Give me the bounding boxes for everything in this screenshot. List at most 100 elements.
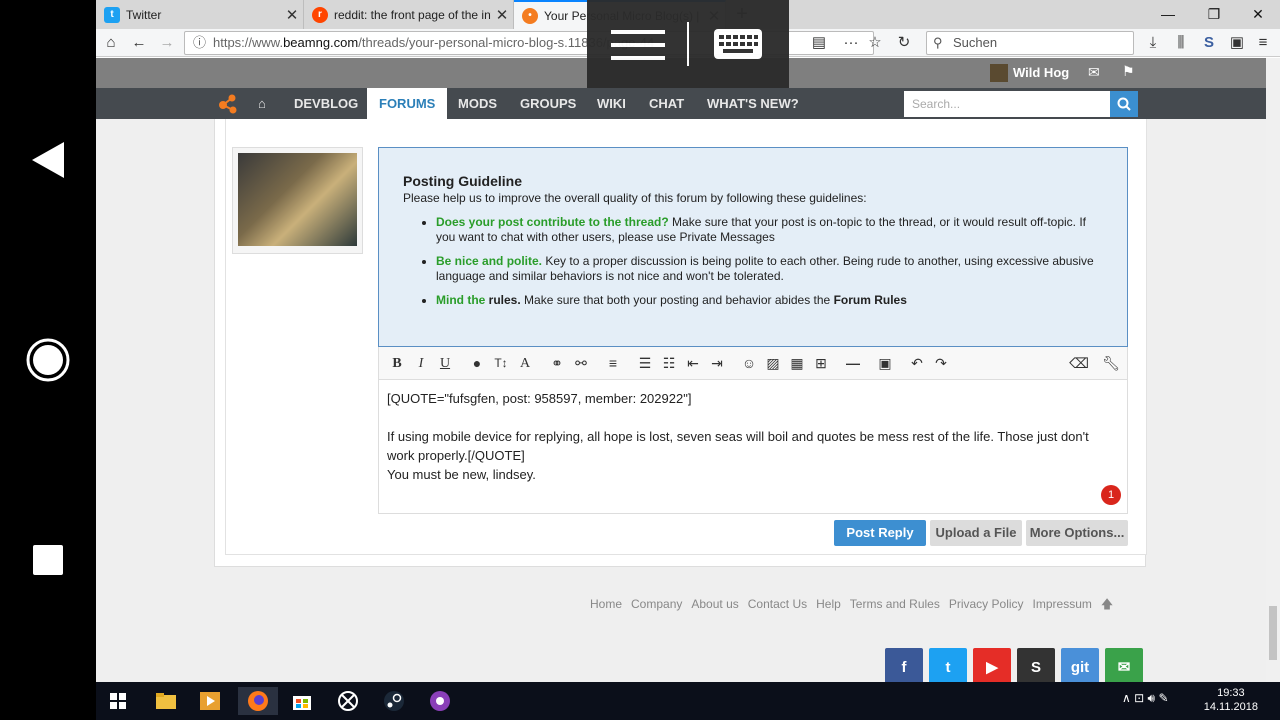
restore-icon[interactable]: ❐ xyxy=(1192,0,1236,29)
recents-square-icon[interactable] xyxy=(24,536,72,584)
underline-icon[interactable]: U xyxy=(435,347,455,380)
footer-link[interactable]: Impressum xyxy=(1033,597,1092,611)
indent-icon[interactable]: ⇥ xyxy=(707,347,727,380)
menu-hamburger-icon[interactable] xyxy=(611,28,665,67)
bookmark-star-icon[interactable]: ☆ xyxy=(864,32,886,54)
save-draft-icon[interactable]: ▣ xyxy=(875,347,895,380)
home-nav-icon[interactable]: ⌂ xyxy=(258,88,266,119)
media-icon[interactable]: ▦ xyxy=(787,347,807,380)
footer-link[interactable]: Terms and Rules xyxy=(850,597,940,611)
keyboard-icon[interactable] xyxy=(713,28,763,65)
tray-chevron-icon[interactable]: ∧ xyxy=(1122,691,1131,705)
page-scrollbar[interactable] xyxy=(1266,58,1280,682)
reload-icon[interactable]: ↻ xyxy=(893,32,915,54)
upload-file-button[interactable]: Upload a File xyxy=(930,520,1022,546)
insert-icon[interactable]: ⊞ xyxy=(811,347,831,380)
window-close-icon[interactable]: ✕ xyxy=(1236,0,1280,29)
close-tab-icon[interactable]: ✕ xyxy=(281,6,303,24)
media-player-icon[interactable] xyxy=(190,687,230,715)
smiley-icon[interactable]: ☺ xyxy=(739,347,759,380)
page-actions-icon[interactable]: ··· xyxy=(840,32,862,54)
outdent-icon[interactable]: ⇤ xyxy=(683,347,703,380)
info-icon[interactable]: ⓘ xyxy=(193,32,206,54)
tab-twitter[interactable]: t Twitter ✕ xyxy=(96,0,304,29)
nav-devblog[interactable]: DEVBLOG xyxy=(294,88,358,119)
eraser-icon[interactable]: ⌫ xyxy=(1069,347,1089,380)
library-icon[interactable]: ⫼ xyxy=(1170,32,1192,54)
footer-link[interactable]: Contact Us xyxy=(748,597,807,611)
nav-groups[interactable]: GROUPS xyxy=(520,88,576,119)
minimize-icon[interactable]: — xyxy=(1146,0,1190,29)
user-avatar[interactable] xyxy=(990,64,1008,82)
link-icon[interactable]: ⚭ xyxy=(547,347,567,380)
scrollbar-thumb[interactable] xyxy=(1269,606,1277,660)
network-icon[interactable]: ⊡ xyxy=(1134,691,1144,705)
wrench-icon[interactable]: 🔧︎ xyxy=(1101,347,1121,380)
bullet-list-icon[interactable]: ☰ xyxy=(635,347,655,380)
search-field[interactable]: ⚲ Suchen xyxy=(926,31,1134,55)
steam-icon[interactable]: S xyxy=(1017,648,1055,682)
volume-icon[interactable]: 🔊︎ xyxy=(1148,691,1156,705)
back-arrow-icon[interactable]: ← xyxy=(128,32,150,54)
download-icon[interactable]: ⤓ xyxy=(1142,32,1164,54)
italic-icon[interactable]: I xyxy=(411,347,431,380)
footer-link[interactable]: About us xyxy=(691,597,738,611)
post-reply-button[interactable]: Post Reply xyxy=(834,520,926,546)
avatar[interactable] xyxy=(238,153,357,246)
redo-icon[interactable]: ↷ xyxy=(931,347,951,380)
align-icon[interactable]: ≡ xyxy=(603,347,623,380)
forum-rules-link[interactable]: Forum Rules xyxy=(834,293,907,307)
email-icon[interactable]: ✉ xyxy=(1105,648,1143,682)
store-icon[interactable] xyxy=(282,687,322,715)
flag-icon[interactable]: ⚑ xyxy=(1122,63,1135,80)
firefox-icon[interactable] xyxy=(238,687,278,715)
font-family-icon[interactable]: A xyxy=(515,347,535,380)
more-options-button[interactable]: More Options... xyxy=(1026,520,1128,546)
message-editor[interactable]: [QUOTE="fufsgfen, post: 958597, member: … xyxy=(378,380,1128,514)
forum-search-button[interactable] xyxy=(1110,91,1138,117)
horizontal-rule-icon[interactable]: — xyxy=(843,347,863,380)
menu-hamburger-icon[interactable]: ≡ xyxy=(1252,32,1274,54)
facebook-icon[interactable]: f xyxy=(885,648,923,682)
footer-link[interactable]: Privacy Policy xyxy=(949,597,1024,611)
bold-icon[interactable]: B xyxy=(387,347,407,380)
youtube-icon[interactable]: ▶ xyxy=(973,648,1011,682)
gog-icon[interactable] xyxy=(420,687,460,715)
close-tab-icon[interactable]: ✕ xyxy=(491,6,513,24)
reader-view-icon[interactable]: ▤ xyxy=(808,32,830,54)
extension-icon[interactable]: S xyxy=(1198,32,1220,54)
nav-wiki[interactable]: WIKI xyxy=(597,88,626,119)
color-icon[interactable]: ● xyxy=(467,347,487,380)
nav-whats-new[interactable]: WHAT'S NEW? xyxy=(707,88,799,119)
username[interactable]: Wild Hog xyxy=(1013,65,1069,80)
footer-link[interactable]: Home xyxy=(590,597,622,611)
numbered-list-icon[interactable]: ☷ xyxy=(659,347,679,380)
pen-icon[interactable]: ✎ xyxy=(1158,691,1168,705)
nav-chat[interactable]: CHAT xyxy=(649,88,684,119)
xbox-icon[interactable] xyxy=(328,687,368,715)
nav-mods[interactable]: MODS xyxy=(458,88,497,119)
nav-forums[interactable]: FORUMS xyxy=(367,88,448,119)
steam-icon[interactable] xyxy=(374,687,414,715)
tab-reddit[interactable]: r reddit: the front page of the int ✕ xyxy=(304,0,514,29)
undo-icon[interactable]: ↶ xyxy=(907,347,927,380)
twitter-icon[interactable]: t xyxy=(929,648,967,682)
github-icon[interactable]: git xyxy=(1061,648,1099,682)
forward-arrow-icon[interactable]: → xyxy=(156,32,178,54)
file-explorer-icon[interactable] xyxy=(146,687,186,715)
home-icon[interactable]: ⌂ xyxy=(100,32,122,54)
footer-link[interactable]: Help xyxy=(816,597,841,611)
home-circle-icon[interactable] xyxy=(24,336,72,384)
scroll-top-arrow-icon[interactable]: 🡅︎ xyxy=(1101,597,1113,611)
mail-icon[interactable]: ✉ xyxy=(1088,64,1100,81)
back-triangle-icon[interactable] xyxy=(24,136,72,184)
unlink-icon[interactable]: ⚯ xyxy=(571,347,591,380)
taskbar-clock[interactable]: 19:33 14.11.2018 xyxy=(1204,686,1258,714)
extension-box-icon[interactable]: ▣ xyxy=(1226,32,1248,54)
beamng-logo-icon[interactable] xyxy=(218,94,242,119)
footer-link[interactable]: Company xyxy=(631,597,682,611)
notification-badge[interactable]: 1 xyxy=(1101,485,1121,505)
image-icon[interactable]: ▨ xyxy=(763,347,783,380)
font-size-icon[interactable]: T↕ xyxy=(491,347,511,380)
forum-search-input[interactable]: Search... xyxy=(904,91,1110,117)
